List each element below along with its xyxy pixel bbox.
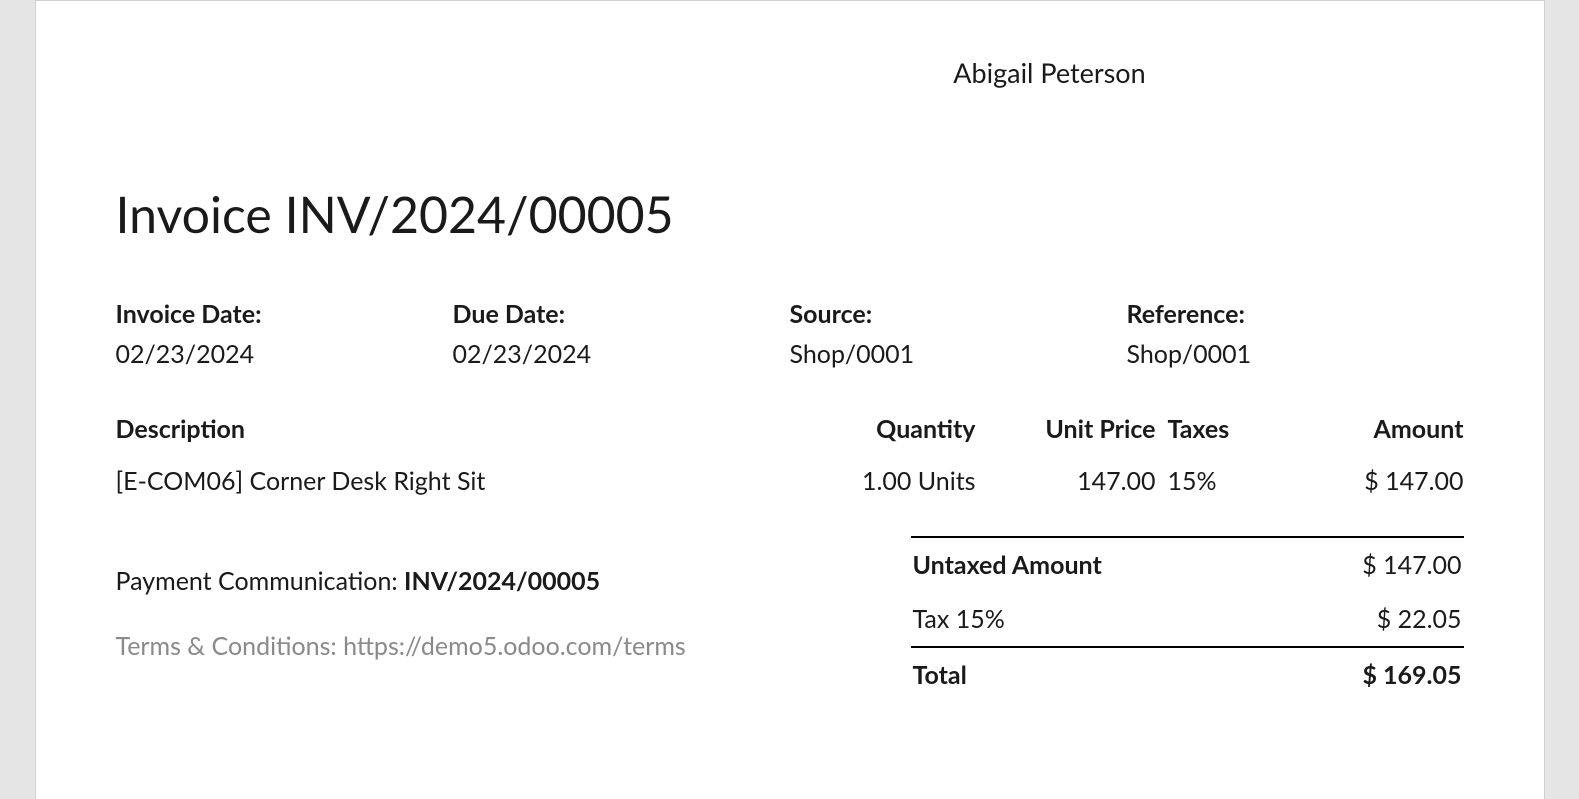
payment-communication: Payment Communication: INV/2024/00005	[116, 566, 911, 596]
invoice-date-label: Invoice Date:	[116, 299, 453, 329]
total-tax-row: Tax 15% $ 22.05	[911, 592, 1464, 646]
terms-and-conditions: Terms & Conditions: https://demo5.odoo.c…	[116, 631, 911, 661]
invoice-date-value: 02/23/2024	[116, 339, 453, 369]
col-header-unit-price: Unit Price	[976, 414, 1156, 444]
lines-header: Description Quantity Unit Price Taxes Am…	[116, 414, 1464, 444]
line-amount: $ 147.00	[1256, 466, 1464, 496]
line-unit-price: 147.00	[976, 466, 1156, 496]
untaxed-value: $ 147.00	[1362, 550, 1461, 580]
tax-label: Tax 15%	[913, 604, 1005, 634]
invoice-bottom-left: Payment Communication: INV/2024/00005 Te…	[116, 536, 911, 661]
invoice-line-row: [E-COM06] Corner Desk Right Sit 1.00 Uni…	[116, 466, 1464, 496]
tax-value: $ 22.05	[1377, 604, 1462, 634]
col-header-taxes: Taxes	[1156, 414, 1256, 444]
due-date-block: Due Date: 02/23/2024	[453, 299, 790, 369]
total-row: Total $ 169.05	[911, 646, 1464, 702]
invoice-totals: Untaxed Amount $ 147.00 Tax 15% $ 22.05 …	[911, 536, 1464, 702]
reference-value: Shop/0001	[1127, 339, 1464, 369]
invoice-lines: Description Quantity Unit Price Taxes Am…	[116, 414, 1464, 496]
due-date-value: 02/23/2024	[453, 339, 790, 369]
total-label: Total	[913, 660, 967, 690]
col-header-description: Description	[116, 414, 696, 444]
invoice-date-block: Invoice Date: 02/23/2024	[116, 299, 453, 369]
line-taxes: 15%	[1156, 466, 1256, 496]
due-date-label: Due Date:	[453, 299, 790, 329]
col-header-quantity: Quantity	[696, 414, 976, 444]
invoice-bottom: Payment Communication: INV/2024/00005 Te…	[116, 536, 1464, 702]
line-description: [E-COM06] Corner Desk Right Sit	[116, 466, 696, 496]
untaxed-label: Untaxed Amount	[913, 550, 1102, 580]
payment-communication-label: Payment Communication:	[116, 566, 405, 596]
total-untaxed-row: Untaxed Amount $ 147.00	[911, 536, 1464, 592]
source-label: Source:	[790, 299, 1127, 329]
invoice-meta-row: Invoice Date: 02/23/2024 Due Date: 02/23…	[116, 299, 1464, 369]
source-value: Shop/0001	[790, 339, 1127, 369]
total-value: $ 169.05	[1362, 660, 1461, 690]
invoice-title: Invoice INV/2024/00005	[116, 184, 1464, 244]
reference-block: Reference: Shop/0001	[1127, 299, 1464, 369]
source-block: Source: Shop/0001	[790, 299, 1127, 369]
reference-label: Reference:	[1127, 299, 1464, 329]
line-quantity: 1.00 Units	[696, 466, 976, 496]
invoice-page: Abigail Peterson Invoice INV/2024/00005 …	[35, 0, 1545, 799]
col-header-amount: Amount	[1256, 414, 1464, 444]
customer-name: Abigail Peterson	[116, 1, 1464, 89]
payment-communication-value: INV/2024/00005	[404, 566, 600, 596]
